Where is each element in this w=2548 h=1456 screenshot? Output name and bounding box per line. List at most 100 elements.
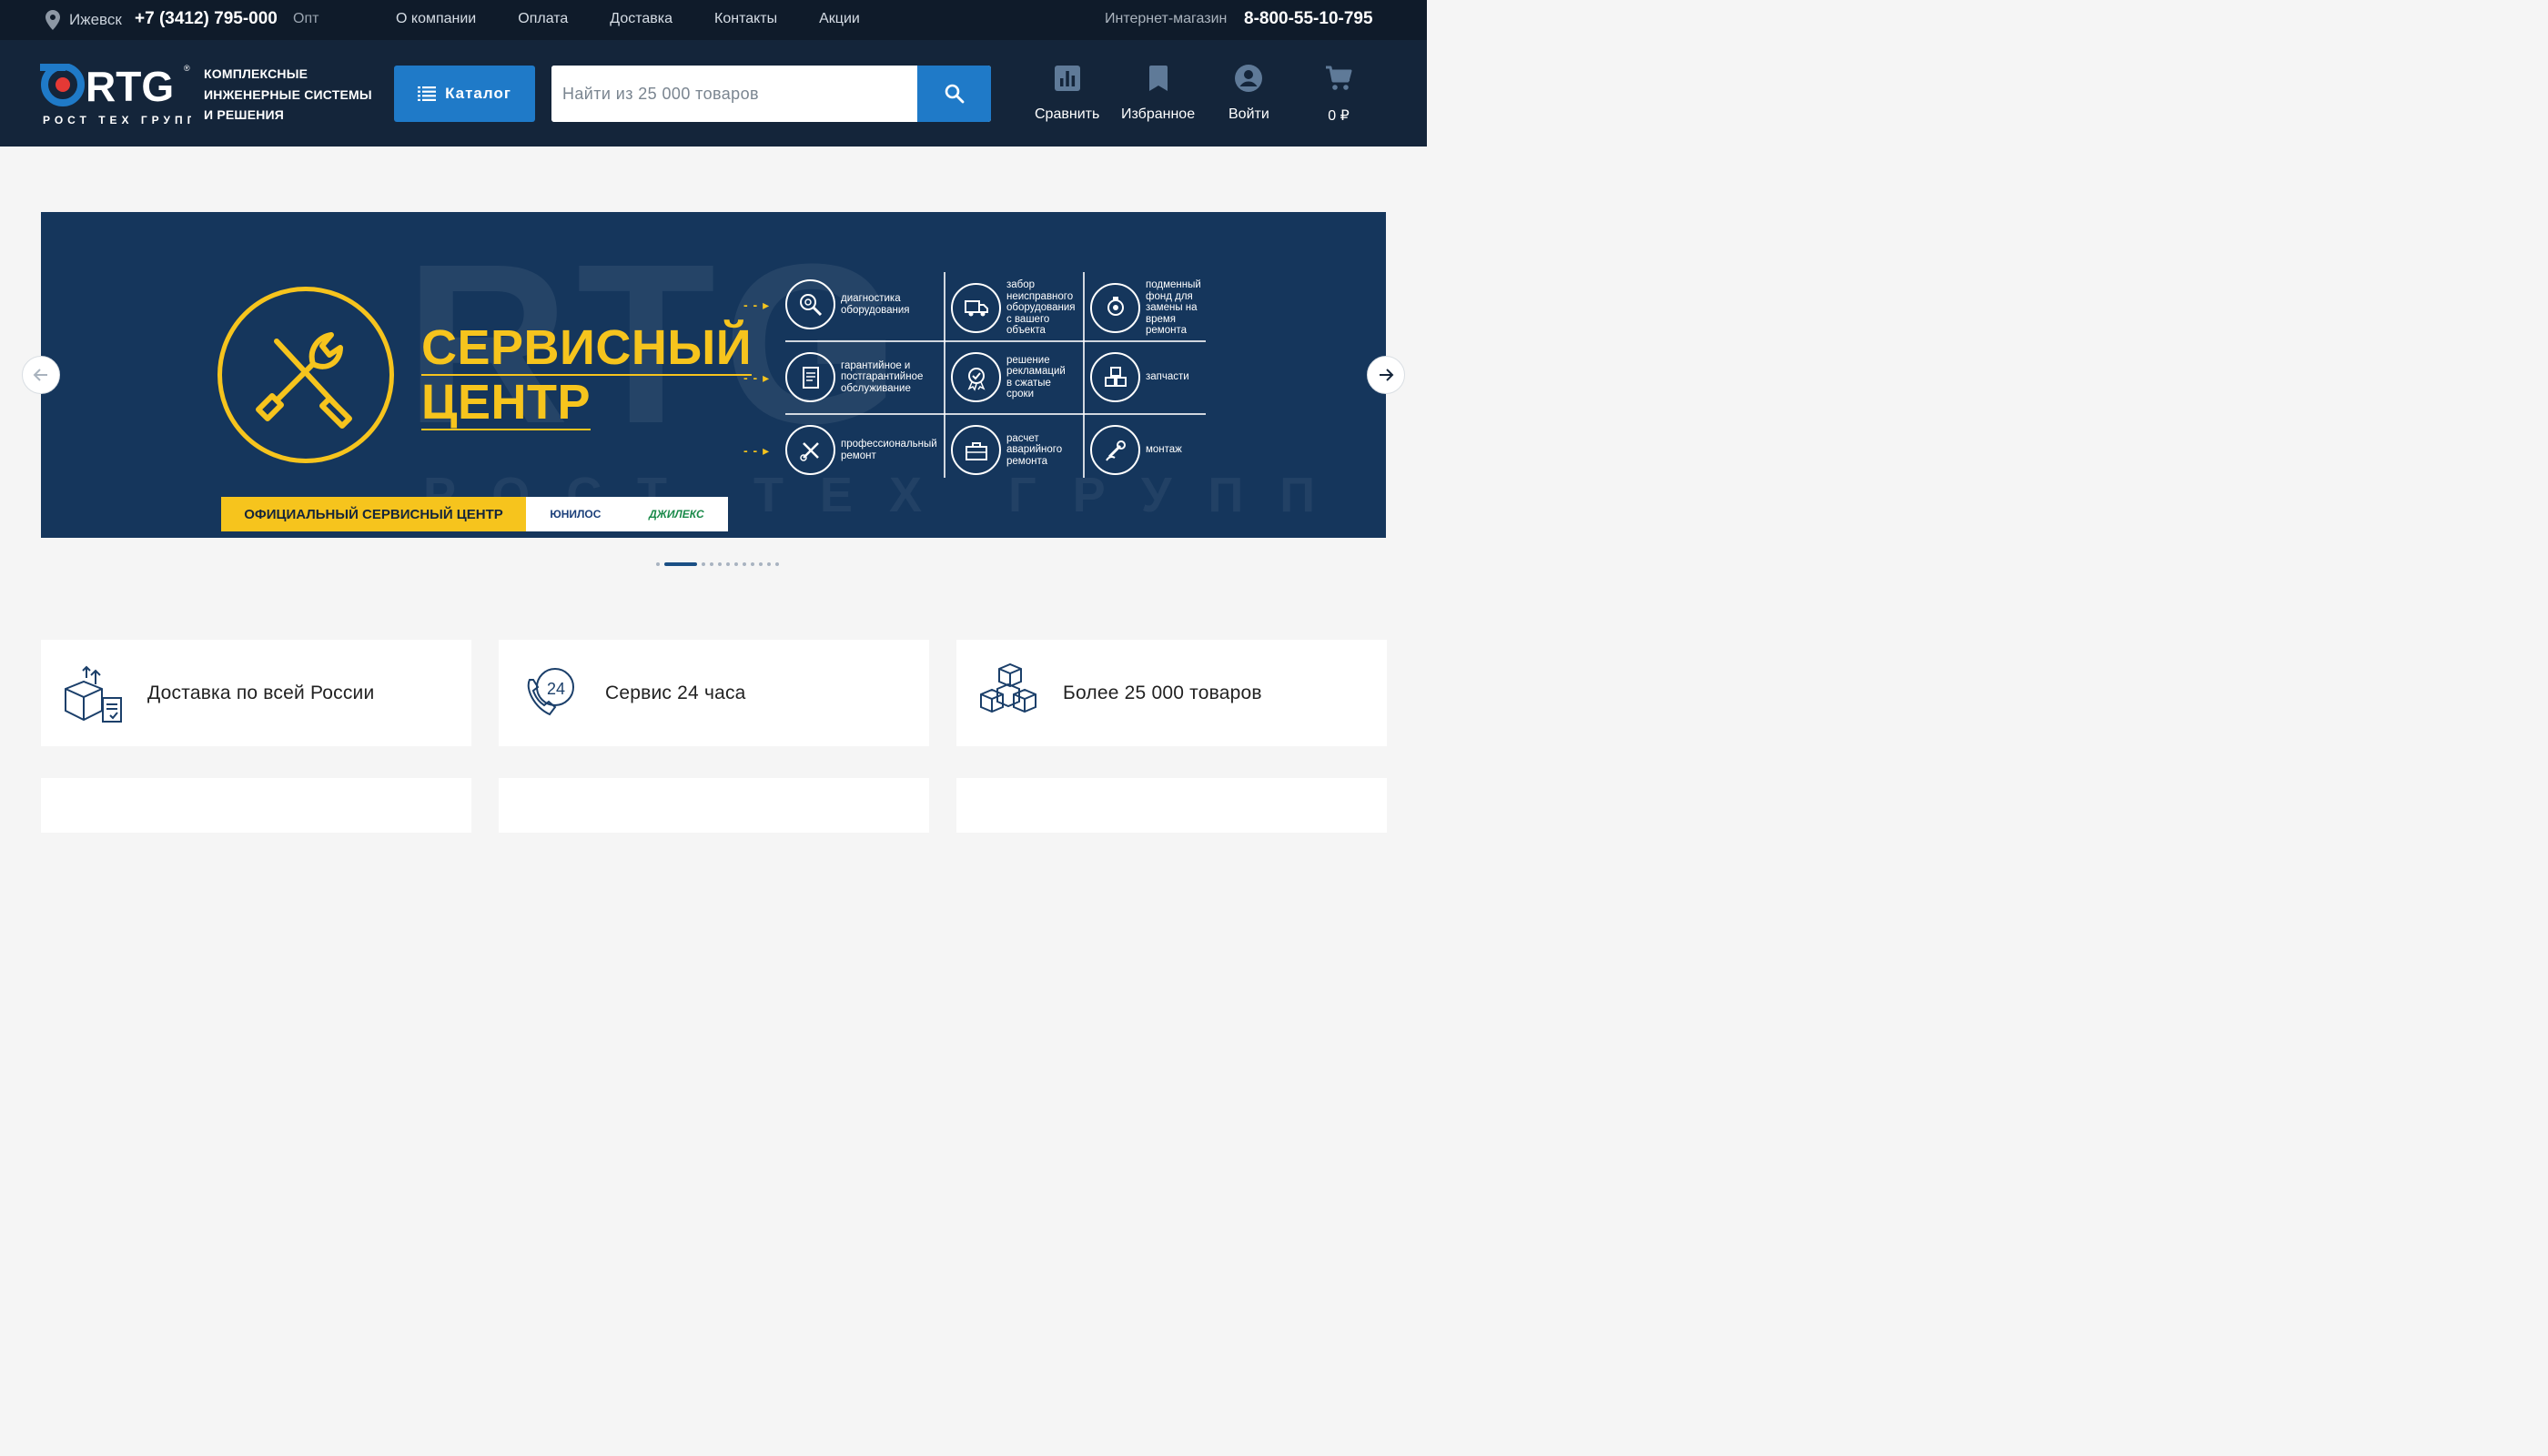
official-label: ОФИЦИАЛЬНЫЙ СЕРВИСНЫЙ ЦЕНТР — [221, 497, 526, 531]
grid-divider — [785, 413, 1206, 415]
cart-icon — [1326, 66, 1352, 90]
brand-logos: ЮНИЛОС ДЖИЛЕКС — [526, 497, 728, 531]
favorites-button[interactable]: Избранное — [1121, 64, 1195, 123]
slider-dot[interactable] — [726, 562, 730, 566]
search-button[interactable] — [917, 66, 991, 122]
pump-icon — [1090, 282, 1140, 333]
brand-unilos: ЮНИЛОС — [550, 508, 602, 521]
service-item: профессиональный ремонт — [785, 425, 943, 475]
feature-card-partial — [41, 778, 471, 833]
nav-about[interactable]: О компании — [396, 11, 476, 27]
search-icon — [945, 84, 964, 104]
top-bar: Ижевск +7 (3412) 795-000 Опт О компании … — [0, 0, 1427, 40]
compare-button[interactable]: Сравнить — [1035, 64, 1099, 123]
slider-dot[interactable] — [664, 562, 697, 566]
shop-label: Интернет-магазин — [1105, 11, 1228, 26]
document-icon — [785, 352, 835, 402]
feature-label: Доставка по всей России — [147, 682, 375, 703]
nav-promotions[interactable]: Акции — [819, 11, 860, 27]
service-item: монтаж — [1090, 425, 1182, 475]
arrow-right-icon — [1380, 369, 1394, 381]
favorites-label: Избранное — [1121, 106, 1196, 122]
slider-dot[interactable] — [751, 562, 754, 566]
service-text: монтаж — [1146, 444, 1182, 456]
slider-dot[interactable] — [775, 562, 779, 566]
tagline-line: ИНЖЕНЕРНЫЕ СИСТЕМЫ — [204, 86, 372, 102]
feature-label: Сервис 24 часа — [605, 682, 746, 703]
bar-chart-icon — [1054, 66, 1080, 91]
slider-dot[interactable] — [734, 562, 738, 566]
site-logo[interactable]: RTG ® РОСТ ТЕХ ГРУПП — [40, 63, 195, 127]
compare-label: Сравнить — [1035, 106, 1100, 122]
phone-24-icon: 24 — [527, 667, 574, 715]
banner-title-line1: СЕРВИСНЫЙ — [421, 320, 753, 376]
slider-dot[interactable] — [710, 562, 713, 566]
diagnostics-icon — [785, 279, 835, 329]
nav-payment[interactable]: Оплата — [518, 11, 568, 27]
service-item: расчет аварийного ремонта — [951, 425, 1074, 475]
svg-text:РОСТ ТЕХ ГРУПП: РОСТ ТЕХ ГРУПП — [43, 114, 191, 126]
wholesale-link[interactable]: Опт — [293, 11, 318, 27]
toolbox-icon — [951, 425, 1001, 475]
service-text: расчет аварийного ремонта — [1006, 432, 1063, 467]
service-item: запчасти — [1090, 352, 1189, 402]
grid-divider — [944, 272, 945, 478]
city-phone[interactable]: +7 (3412) 795-000 — [135, 9, 278, 29]
slider-next-button[interactable] — [1367, 356, 1405, 394]
feature-label: Более 25 000 товаров — [1063, 682, 1262, 703]
login-label: Войти — [1228, 106, 1269, 122]
slider-dot[interactable] — [759, 562, 763, 566]
truck-icon — [951, 282, 1001, 333]
hero-banner[interactable]: RTG РОСТ ТЕХ ГРУПП СЕРВИСНЫЙ ЦЕНТР - - ▸… — [41, 212, 1386, 538]
tools-icon — [785, 425, 835, 475]
city-label[interactable]: Ижевск — [69, 11, 122, 29]
service-text: запчасти — [1146, 371, 1189, 383]
feature-delivery: Доставка по всей России — [41, 640, 471, 746]
feature-service: 24 Сервис 24 часа — [499, 640, 929, 746]
brand-dzhileks: ДЖИЛЕКС — [649, 508, 704, 521]
slider-dot[interactable] — [718, 562, 722, 566]
service-item: диагностика оборудования — [785, 279, 923, 329]
rtg-logo-icon: RTG ® РОСТ ТЕХ ГРУПП — [40, 63, 195, 126]
slider-dot[interactable] — [656, 562, 660, 566]
svg-text:®: ® — [184, 64, 190, 73]
slider-pagination — [656, 562, 779, 566]
top-nav: О компании Оплата Доставка Контакты Акци… — [396, 11, 860, 27]
arrow-right-icon: - - ▸ — [743, 443, 771, 458]
feature-card-partial — [956, 778, 1387, 833]
badge-icon — [951, 352, 1001, 402]
search-input[interactable] — [551, 66, 917, 122]
service-item: гарантийное и постгарантийное обслуживан… — [785, 352, 943, 402]
slider-dot[interactable] — [767, 562, 771, 566]
service-text: диагностика оборудования — [841, 293, 910, 316]
nav-delivery[interactable]: Доставка — [610, 11, 672, 27]
cart-button[interactable]: 0 ₽ — [1324, 64, 1353, 125]
bookmark-icon — [1148, 66, 1168, 91]
service-text: подменный фонд для замены на время ремон… — [1146, 279, 1201, 336]
service-text: решение рекламаций в сжатые сроки — [1006, 354, 1066, 400]
arrow-right-icon: - - ▸ — [743, 370, 771, 385]
official-service-strip: ОФИЦИАЛЬНЫЙ СЕРВИСНЫЙ ЦЕНТР ЮНИЛОС ДЖИЛЕ… — [221, 497, 728, 531]
banner-title: СЕРВИСНЫЙ ЦЕНТР — [421, 320, 753, 430]
tagline-line: КОМПЛЕКСНЫЕ — [204, 66, 308, 81]
svg-text:RTG: RTG — [86, 64, 174, 110]
location-selector[interactable]: Ижевск — [46, 10, 122, 30]
slider-prev-button[interactable] — [22, 356, 60, 394]
tagline-line: И РЕШЕНИЯ — [204, 107, 285, 122]
main-header: RTG ® РОСТ ТЕХ ГРУПП КОМПЛЕКСНЫЕ ИНЖЕНЕР… — [0, 40, 1427, 147]
catalog-button[interactable]: Каталог — [394, 66, 535, 122]
slider-dot[interactable] — [702, 562, 705, 566]
company-tagline: КОМПЛЕКСНЫЕ ИНЖЕНЕРНЫЕ СИСТЕМЫ И РЕШЕНИЯ — [204, 64, 372, 126]
service-item: забор неисправного оборудования с вашего… — [951, 279, 1083, 337]
login-button[interactable]: Войти — [1228, 64, 1269, 123]
arrow-left-icon — [33, 369, 47, 381]
search-bar — [551, 66, 991, 122]
nav-contacts[interactable]: Контакты — [714, 11, 777, 27]
feature-products: Более 25 000 товаров — [956, 640, 1387, 746]
feature-card-partial — [499, 778, 929, 833]
slider-dot[interactable] — [743, 562, 746, 566]
svg-text:24: 24 — [547, 680, 565, 698]
hotline-phone[interactable]: 8-800-55-10-795 — [1244, 9, 1373, 29]
location-pin-icon — [46, 10, 60, 30]
wrench-hand-icon — [1090, 425, 1140, 475]
